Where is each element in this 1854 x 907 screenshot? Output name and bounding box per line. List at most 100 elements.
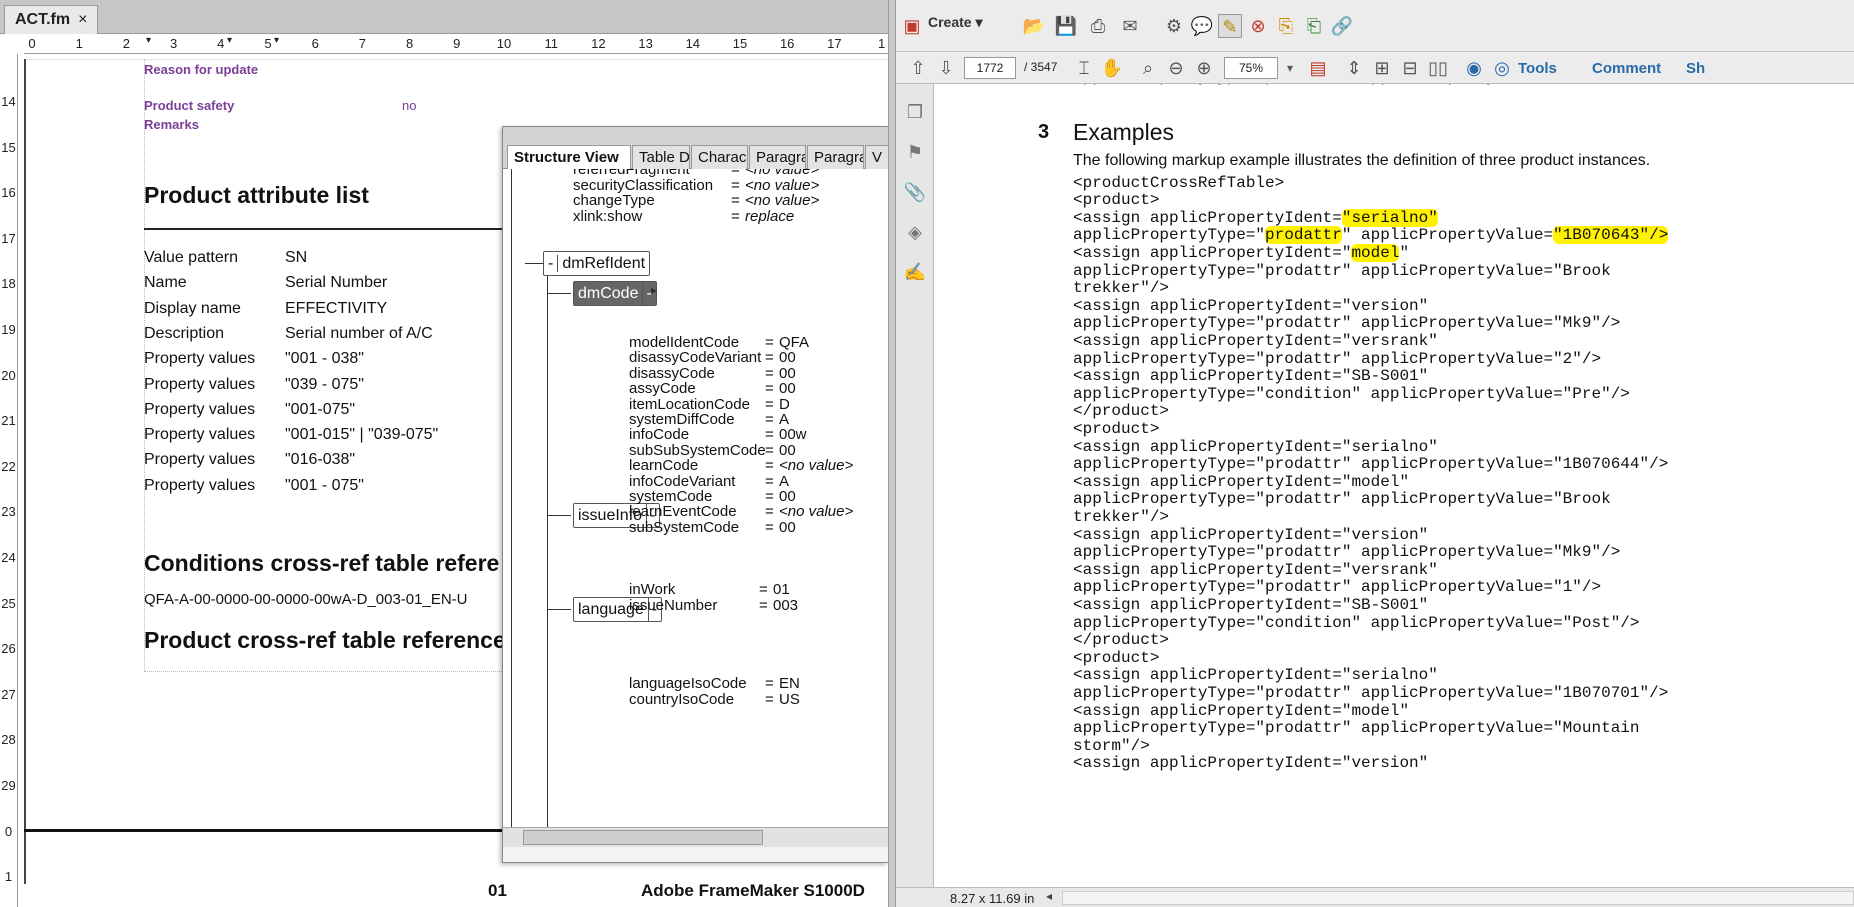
attribute-value[interactable]: <no value> bbox=[779, 457, 853, 474]
code-line: applicPropertyType="prodattr" applicProp… bbox=[1073, 84, 1668, 86]
collapse-icon[interactable]: - bbox=[548, 255, 559, 272]
open-icon[interactable]: 📂 bbox=[1022, 14, 1046, 38]
tab-stop-marker[interactable]: ▾ bbox=[274, 35, 279, 46]
equals-sign: = bbox=[731, 176, 740, 194]
code-line: <assign applicPropertyIdent="serialno" bbox=[1073, 666, 1438, 684]
attachments-icon[interactable]: 📎 bbox=[903, 180, 927, 204]
attribute-value[interactable]: "001-015" | "039-075" bbox=[285, 426, 438, 444]
attribute-name: subSystemCode bbox=[629, 518, 740, 536]
attribute-value[interactable]: "039 - 075" bbox=[285, 376, 364, 394]
delete-page-icon[interactable]: ⊗ bbox=[1246, 14, 1270, 38]
horizontal-ruler[interactable]: 0 1 2 3 4 5 6 7 8 9 10 11 12 13 14 15 16 17 1 ▾ ▾ ▾ bbox=[24, 34, 888, 54]
next-page-icon[interactable]: ⇩ bbox=[934, 56, 958, 80]
email-icon[interactable]: ✉ bbox=[1118, 14, 1142, 38]
marquee-zoom-icon[interactable]: ⌕ bbox=[1136, 56, 1160, 80]
code-line: applicPropertyType="prodattr" applicProp… bbox=[1073, 684, 1668, 702]
hand-tool-icon[interactable]: ✋ bbox=[1100, 56, 1124, 80]
close-tab-icon[interactable]: × bbox=[78, 11, 87, 28]
attribute-value[interactable]: Serial Number bbox=[285, 274, 387, 292]
highlight-icon[interactable]: ✎ bbox=[1218, 14, 1242, 38]
scrollbar-thumb[interactable] bbox=[523, 830, 763, 845]
gear-icon[interactable]: ⚙ bbox=[1162, 14, 1186, 38]
conditions-value[interactable]: QFA-A-00-0000-00-0000-00wA-D_003-01_EN-U bbox=[144, 591, 468, 608]
create-button[interactable]: Create ▾ bbox=[928, 14, 983, 31]
page-number-input[interactable]: 1772 bbox=[964, 57, 1016, 79]
create-pdf-icon[interactable]: ▣ bbox=[900, 14, 924, 38]
tab-structure-view[interactable]: Structure View bbox=[507, 145, 631, 169]
code-text: </product> bbox=[1073, 631, 1170, 650]
dmcode-node[interactable]: dmCode - bbox=[573, 281, 657, 306]
structure-view-panel[interactable]: Structure View Table D Charac Paragra Pa… bbox=[502, 126, 888, 863]
extract-page-icon[interactable]: ⎘ bbox=[1274, 14, 1298, 38]
zoom-out-icon[interactable]: ⊖ bbox=[1164, 56, 1188, 80]
dmrefident-node[interactable]: - dmRefIdent bbox=[543, 251, 651, 276]
attribute-value[interactable]: Serial number of A/C bbox=[285, 325, 433, 343]
code-text: applicPropertyType="prodattr" applicProp… bbox=[1073, 684, 1669, 702]
tab-v[interactable]: V bbox=[865, 145, 888, 169]
share-button[interactable]: Sh bbox=[1686, 60, 1706, 77]
attribute-value[interactable]: EN bbox=[779, 675, 800, 692]
two-page-icon[interactable]: ⊟ bbox=[1398, 56, 1422, 80]
select-cursor-icon[interactable]: ⌶ bbox=[1072, 56, 1096, 80]
insert-page-icon[interactable]: ⎗ bbox=[1302, 14, 1326, 38]
attribute-value[interactable]: 01 bbox=[773, 581, 790, 598]
tab-stop-marker[interactable]: ▾ bbox=[227, 35, 232, 46]
fit-width-icon[interactable]: ⊞ bbox=[1370, 56, 1394, 80]
bookmarks-icon[interactable]: ⚑ bbox=[903, 140, 927, 164]
attribute-value[interactable]: <no value> bbox=[745, 177, 819, 194]
document-tab[interactable]: ACT.fm × bbox=[4, 5, 99, 34]
attribute-value[interactable]: SN bbox=[285, 249, 307, 267]
attribute-value[interactable]: replace bbox=[745, 208, 794, 225]
code-text: applicPropertyType="condition" applicPro… bbox=[1073, 613, 1640, 632]
attribute-value[interactable]: "001 - 075" bbox=[285, 477, 364, 495]
scroll-left-icon[interactable]: ◂ bbox=[1046, 889, 1052, 903]
code-text: <assign applicPropertyIdent="SB-S001" bbox=[1073, 596, 1429, 614]
zoom-select[interactable]: 75% bbox=[1224, 57, 1278, 79]
zoom-in-icon[interactable]: ⊕ bbox=[1192, 56, 1216, 80]
print-icon[interactable]: ⎙ bbox=[1086, 14, 1110, 38]
attribute-value[interactable]: "001-075" bbox=[285, 401, 355, 419]
code-line: applicPropertyType="prodattr" applicProp… bbox=[1073, 578, 1601, 596]
tab-table-designer[interactable]: Table D bbox=[632, 145, 690, 169]
pdf-content[interactable]: 3 Examples The following markup example … bbox=[935, 84, 1854, 887]
attribute-value[interactable]: "016-038" bbox=[285, 451, 355, 469]
fit-page-icon[interactable]: ▤ bbox=[1306, 56, 1330, 80]
tab-paragraph-1[interactable]: Paragra bbox=[749, 145, 806, 169]
attribute-value[interactable]: <no value> bbox=[745, 192, 819, 209]
ruler-line-number: 26 bbox=[1, 641, 16, 657]
window-splitter[interactable] bbox=[888, 0, 896, 907]
facing-pages-icon[interactable]: ▯▯ bbox=[1426, 56, 1450, 80]
link-icon[interactable]: 🔗 bbox=[1330, 14, 1354, 38]
comment-button[interactable]: Comment bbox=[1592, 60, 1661, 77]
tools-button[interactable]: Tools bbox=[1518, 60, 1557, 77]
signatures-icon[interactable]: ✍ bbox=[903, 260, 927, 284]
attribute-value[interactable]: 003 bbox=[773, 597, 798, 614]
tab-character[interactable]: Charac bbox=[691, 145, 748, 169]
ruler-line-number: 21 bbox=[1, 413, 16, 429]
ruler-tick-label: 17 bbox=[827, 36, 842, 51]
attribute-value[interactable]: "001 - 038" bbox=[285, 350, 364, 368]
attribute-value[interactable]: EFFECTIVITY bbox=[285, 300, 387, 318]
zoom-dropdown-icon[interactable]: ▾ bbox=[1278, 56, 1302, 80]
code-text: applicPropertyType=" bbox=[1073, 226, 1266, 245]
attribute-value[interactable]: US bbox=[779, 691, 800, 708]
scroll-mode-icon[interactable]: ⇕ bbox=[1342, 56, 1366, 80]
comment-icon[interactable]: 💬 bbox=[1190, 14, 1214, 38]
layers-icon[interactable]: ◈ bbox=[903, 220, 927, 244]
read-mode-icon[interactable]: ◉ bbox=[1462, 56, 1486, 80]
page-thumbnails-icon[interactable]: ❐ bbox=[903, 100, 927, 124]
ruler-tick-label: 0 bbox=[28, 36, 36, 51]
pdf-horizontal-scrollbar[interactable] bbox=[1062, 891, 1854, 905]
attribute-value[interactable]: 00 bbox=[779, 519, 796, 536]
expand-arrow-icon[interactable]: ▸ bbox=[651, 283, 657, 297]
code-text: <assign applicPropertyIdent="version" bbox=[1073, 296, 1429, 315]
panel-horizontal-scrollbar[interactable] bbox=[503, 827, 888, 847]
ruler-line-number: 20 bbox=[1, 367, 16, 383]
attribute-label: Property values bbox=[144, 426, 256, 444]
previous-page-icon[interactable]: ⇧ bbox=[906, 56, 930, 80]
tab-paragraph-2[interactable]: Paragra bbox=[807, 145, 864, 169]
save-icon[interactable]: 💾 bbox=[1054, 14, 1078, 38]
tab-stop-marker[interactable]: ▾ bbox=[146, 35, 151, 46]
equals-sign: = bbox=[759, 581, 768, 598]
full-screen-icon[interactable]: ◎ bbox=[1490, 56, 1514, 80]
